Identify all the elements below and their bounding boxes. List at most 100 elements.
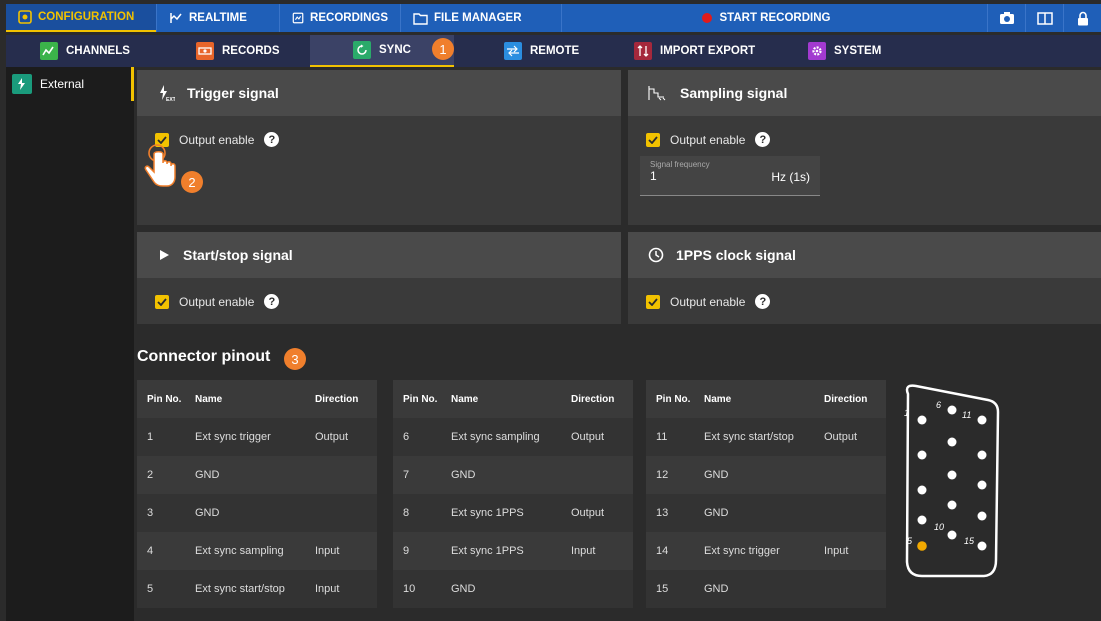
sidebar: External (6, 67, 134, 621)
table-row: 8 Ext sync 1PPS Output (393, 494, 633, 532)
start-recording-label: START RECORDING (719, 12, 831, 24)
connector-label: 6 (936, 400, 941, 410)
signal-frequency-field[interactable]: Signal frequency 1 Hz (1s) (640, 156, 820, 196)
help-icon[interactable]: ? (755, 294, 771, 309)
direction-cell: Input (824, 545, 849, 557)
table-row: 1 Ext sync trigger Output (137, 418, 377, 456)
name-cell: GND (451, 583, 476, 595)
ext-icon (12, 74, 32, 94)
pin-cell: 2 (147, 469, 154, 481)
help-icon[interactable]: ? (264, 294, 280, 309)
start-stop-output-label: Output enable (179, 294, 255, 309)
start-recording-group: START RECORDING (701, 12, 831, 24)
connector-pin (977, 480, 987, 490)
direction-cell: Output (571, 507, 605, 519)
connector-pin (977, 450, 987, 460)
subtab-channels[interactable]: CHANNELS (40, 35, 130, 67)
table-header: Pin No. Name Direction (393, 380, 633, 418)
start-recording-button[interactable]: START RECORDING (562, 12, 970, 24)
connector-pin-5 (917, 541, 927, 551)
start-stop-output-checkbox[interactable] (155, 294, 169, 309)
connector-pin (977, 511, 987, 521)
connector-pin (947, 530, 957, 540)
table-row: 14 Ext sync trigger Input (646, 532, 886, 570)
connector-label: 10 (934, 522, 944, 532)
table-row: 15 GND (646, 570, 886, 608)
direction-cell: Output (571, 431, 605, 443)
header-direction: Direction (824, 393, 868, 405)
name-cell: GND (195, 507, 220, 519)
remote-icon (504, 42, 522, 60)
pin-cell: 11 (656, 431, 668, 443)
connector-pins (917, 405, 987, 551)
camera-button[interactable] (987, 4, 1025, 32)
sampling-output-label: Output enable (670, 132, 746, 147)
subtab-system-label: SYSTEM (834, 45, 882, 57)
header-pin: Pin No. (147, 393, 182, 405)
pps-clock-signal-title: 1PPS clock signal (676, 247, 796, 263)
clock-icon (648, 247, 664, 263)
book-icon (1036, 12, 1053, 25)
subtab-system[interactable]: SYSTEM (808, 35, 881, 67)
pin-cell: 1 (147, 431, 154, 443)
top-navigation: CONFIGURATION REALTIME RECORDINGS FILE M… (6, 4, 1101, 32)
tab-realtime-label: REALTIME (189, 12, 247, 24)
step-badge-1: 1 (432, 38, 454, 60)
tab-recordings[interactable]: RECORDINGS (280, 4, 400, 32)
trigger-ext-icon: EXT (160, 85, 175, 102)
name-cell: GND (704, 583, 729, 595)
subtab-records[interactable]: RECORDS (196, 35, 280, 67)
name-cell: Ext sync start/stop (195, 583, 285, 595)
name-cell: Ext sync trigger (704, 545, 780, 557)
help-icon[interactable]: ? (264, 132, 280, 147)
record-dot-icon (701, 13, 712, 23)
name-cell: GND (704, 507, 729, 519)
header-direction: Direction (315, 393, 359, 405)
pps-output-enable: Output enable ? (646, 294, 1083, 309)
step-badge-3: 3 (284, 348, 306, 370)
help-icon[interactable]: ? (755, 132, 771, 147)
system-gear-icon (808, 42, 826, 60)
tab-recordings-label: RECORDINGS (310, 12, 388, 24)
gear-box-icon (18, 10, 32, 24)
lock-button[interactable] (1063, 4, 1101, 32)
sidebar-item-label: External (40, 77, 85, 91)
table-row: 12 GND (646, 456, 886, 494)
connector-pin (947, 405, 957, 415)
pinout-table-1: Pin No. Name Direction 1 Ext sync trigger… (137, 380, 377, 608)
tab-configuration[interactable]: CONFIGURATION (6, 4, 156, 32)
direction-cell: Output (824, 431, 858, 443)
lock-icon (1077, 11, 1088, 25)
trigger-signal-panel: EXT Trigger signal Output enable ? (137, 70, 621, 225)
name-cell: Ext sync 1PPS (451, 507, 524, 519)
name-cell: GND (451, 469, 476, 481)
table-header: Pin No. Name Direction (137, 380, 377, 418)
subtab-remote[interactable]: REMOTE (504, 35, 579, 67)
connector-pin (917, 515, 927, 525)
sidebar-item-external[interactable]: External (6, 67, 134, 101)
step-badge-2: 2 (181, 171, 203, 193)
tab-file-manager[interactable]: FILE MANAGER (401, 4, 561, 32)
sampling-output-checkbox[interactable] (646, 132, 660, 147)
sampling-signal-header: Sampling signal (628, 70, 1101, 116)
table-row: 5 Ext sync start/stop Input (137, 570, 377, 608)
name-cell: Ext sync 1PPS (451, 545, 524, 557)
pin-cell: 12 (656, 469, 669, 481)
connector-pin (917, 450, 927, 460)
signal-frequency-unit: Hz (1s) (771, 170, 810, 184)
sampling-signal-panel: Sampling signal Output enable ? Signal f… (628, 70, 1101, 225)
header-name: Name (195, 393, 223, 405)
manual-button[interactable] (1025, 4, 1063, 32)
subtab-import-export[interactable]: IMPORT EXPORT (634, 35, 755, 67)
pps-output-checkbox[interactable] (646, 294, 660, 309)
table-row: 4 Ext sync sampling Input (137, 532, 377, 570)
pin-cell: 9 (403, 545, 410, 557)
subtab-records-label: RECORDS (222, 45, 280, 57)
realtime-icon (170, 13, 182, 23)
start-stop-signal-header: Start/stop signal (137, 232, 621, 278)
table-row: 11 Ext sync start/stop Output (646, 418, 886, 456)
svg-text:EXT: EXT (166, 97, 175, 102)
tab-realtime[interactable]: REALTIME (157, 4, 279, 32)
pps-output-label: Output enable (670, 294, 746, 309)
connector-pin (947, 437, 957, 447)
